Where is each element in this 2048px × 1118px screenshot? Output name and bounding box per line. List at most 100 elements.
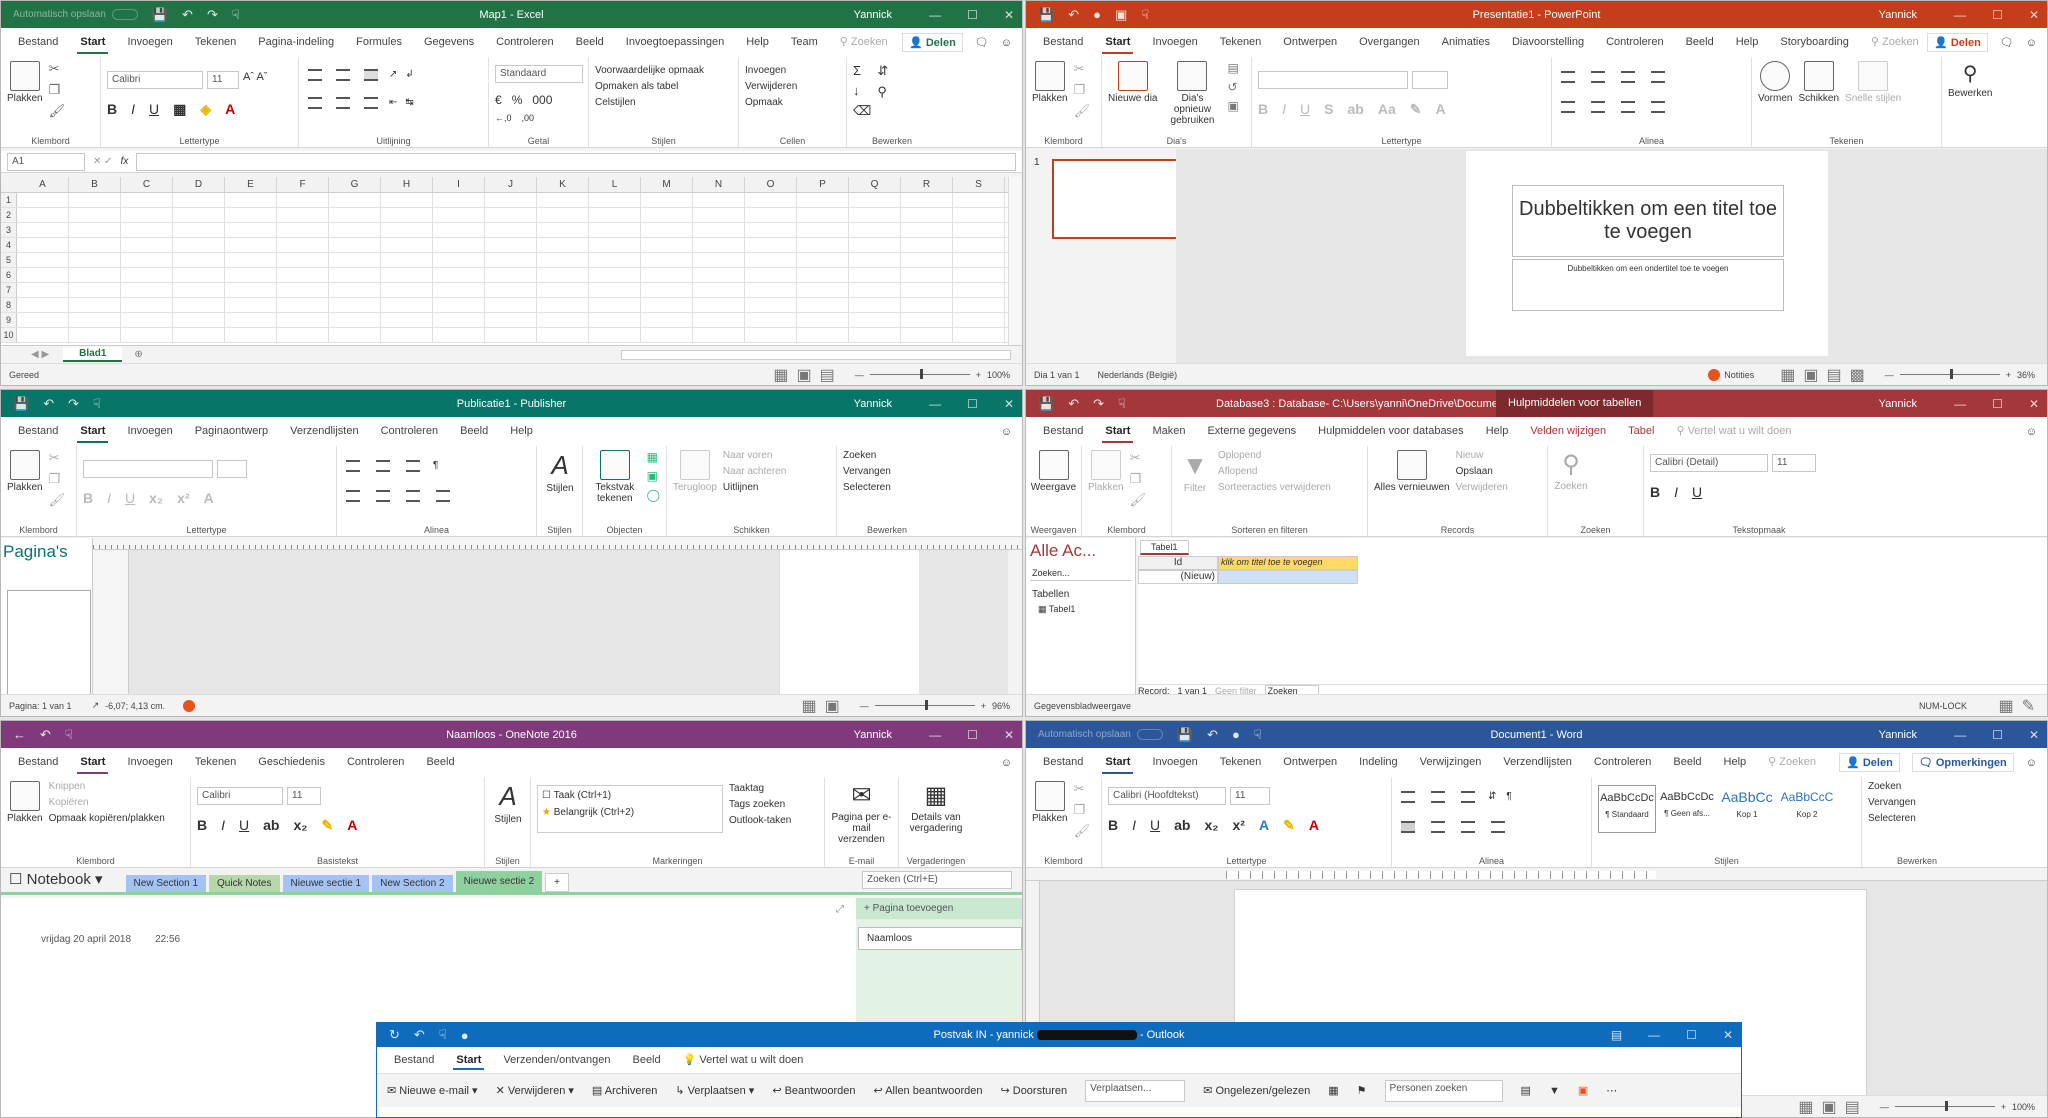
cell[interactable]	[381, 313, 433, 327]
tab-geschiedenis[interactable]: Geschiedenis	[247, 748, 336, 777]
cell[interactable]	[69, 268, 121, 282]
save-icon[interactable]: 💾	[1177, 727, 1193, 743]
cell[interactable]	[17, 313, 69, 327]
cell[interactable]	[69, 193, 121, 207]
cell[interactable]	[433, 193, 485, 207]
cell[interactable]	[329, 298, 381, 312]
picture-icon[interactable]: ▣	[647, 469, 660, 483]
font-color-icon[interactable]: A	[204, 490, 214, 506]
cell[interactable]	[537, 223, 589, 237]
bullets-icon[interactable]	[346, 460, 360, 472]
cell[interactable]	[693, 328, 745, 342]
column-header-j[interactable]: J	[485, 177, 537, 192]
strike-icon[interactable]: ab	[1174, 817, 1190, 834]
cell[interactable]	[329, 328, 381, 342]
cell[interactable]	[849, 268, 901, 282]
cell[interactable]	[537, 283, 589, 297]
cell[interactable]	[381, 223, 433, 237]
copy-icon[interactable]: ❐	[1074, 802, 1091, 818]
cell[interactable]	[901, 298, 953, 312]
cell[interactable]	[381, 268, 433, 282]
subscript-icon[interactable]: x₂	[1204, 817, 1218, 834]
tab-animaties[interactable]: Animaties	[1431, 28, 1501, 57]
touch-mode-icon[interactable]: ☟	[93, 396, 101, 412]
cell[interactable]	[121, 223, 173, 237]
notes-button[interactable]: Notities	[1708, 368, 1754, 381]
select-button[interactable]: Selecteren	[1868, 813, 1916, 824]
tab-controleren[interactable]: Controleren	[336, 748, 415, 777]
italic-icon[interactable]: I	[1132, 817, 1136, 834]
italic-icon[interactable]: I	[221, 817, 225, 834]
todo-tag-button[interactable]: Taaktag	[729, 783, 791, 794]
bold-icon[interactable]: B	[197, 817, 207, 834]
sort-icon[interactable]: ⇵	[1488, 791, 1496, 803]
undo-icon[interactable]: ↶	[40, 727, 51, 743]
meeting-details-button[interactable]: ▦ Details van vergadering	[905, 781, 967, 834]
cell[interactable]	[953, 313, 1005, 327]
column-header-a[interactable]: A	[17, 177, 69, 192]
tab-controleren[interactable]: Controleren	[370, 417, 449, 446]
tab-start[interactable]: Start	[1094, 28, 1141, 57]
find-tags-button[interactable]: Tags zoeken	[729, 799, 791, 810]
cell[interactable]	[277, 223, 329, 237]
format-painter-icon[interactable]: 🖌	[1074, 823, 1091, 839]
cell[interactable]	[745, 298, 797, 312]
section-tab-nieuwe-sectie-2[interactable]: Nieuwe sectie 2	[455, 871, 543, 892]
cell[interactable]	[693, 283, 745, 297]
cell[interactable]	[173, 253, 225, 267]
font-color-icon[interactable]: A	[1435, 101, 1445, 118]
row-header[interactable]: 3	[1, 223, 17, 237]
bold-icon[interactable]: B	[107, 101, 117, 118]
column-header-f[interactable]: F	[277, 177, 329, 192]
bold-icon[interactable]: B	[83, 490, 93, 506]
underline-icon[interactable]: U	[1692, 484, 1702, 500]
horizontal-scrollbar[interactable]	[621, 349, 1011, 360]
tab-diavoorstelling[interactable]: Diavoorstelling	[1501, 28, 1595, 57]
clear-icon[interactable]: ⌫	[853, 103, 871, 119]
smiley-icon[interactable]: ☺	[1001, 757, 1012, 769]
cell[interactable]	[537, 298, 589, 312]
cell[interactable]	[121, 193, 173, 207]
close-icon[interactable]: ✕	[2029, 8, 2039, 22]
cell[interactable]	[901, 193, 953, 207]
nav-search[interactable]: Zoeken...	[1030, 566, 1131, 581]
print-layout-icon[interactable]: ▣	[1821, 1097, 1836, 1117]
cell[interactable]	[225, 313, 277, 327]
wrap-text-button[interactable]: Terugloop	[673, 450, 717, 493]
cell[interactable]	[173, 328, 225, 342]
cell[interactable]	[953, 298, 1005, 312]
zoom-slider[interactable]	[1894, 1101, 1995, 1111]
subtitle-placeholder[interactable]: Dubbeltikken om een ondertitel toe te vo…	[1512, 259, 1784, 311]
cell[interactable]	[901, 208, 953, 222]
tab-beeld[interactable]: Beeld	[565, 28, 615, 57]
layout-icon[interactable]: ▤	[1227, 61, 1238, 75]
cell[interactable]	[277, 328, 329, 342]
cell[interactable]	[485, 283, 537, 297]
user-name[interactable]: Yannick	[854, 729, 892, 741]
copy-icon[interactable]: ❐	[49, 471, 66, 487]
tab-beeld[interactable]: Beeld	[621, 1047, 671, 1073]
cell[interactable]	[225, 223, 277, 237]
title-placeholder[interactable]: Dubbeltikken om een titel toe te voegen	[1512, 185, 1784, 257]
cut-button[interactable]: Knippen	[49, 781, 165, 792]
cell[interactable]	[277, 193, 329, 207]
cell[interactable]	[693, 223, 745, 237]
smiley-icon[interactable]: ☺	[2026, 37, 2037, 49]
font-color-icon[interactable]: A	[1309, 817, 1319, 834]
sort-descending-button[interactable]: Aflopend	[1218, 466, 1331, 477]
cell[interactable]	[901, 223, 953, 237]
status-language[interactable]: Nederlands (België)	[1098, 370, 1178, 380]
save-icon[interactable]: 💾	[1038, 7, 1054, 23]
row-header[interactable]: 9	[1, 313, 17, 327]
tab-velden-wijzigen[interactable]: Velden wijzigen	[1519, 417, 1617, 446]
nav-section-tabellen[interactable]: Tabellen	[1026, 583, 1135, 602]
zoom-level[interactable]: 100%	[987, 370, 1010, 380]
maximize-icon[interactable]: ☐	[967, 728, 978, 742]
font-name-box[interactable]	[83, 460, 213, 478]
single-page-icon[interactable]: ▦	[801, 696, 816, 716]
tab-help[interactable]: Help	[499, 417, 544, 446]
subscript-icon[interactable]: x₂	[293, 817, 307, 834]
tab-tekenen[interactable]: Tekenen	[1209, 748, 1273, 777]
style-standaard[interactable]: AaBbCcDc ¶ Standaard	[1598, 785, 1656, 833]
tab-ontwerpen[interactable]: Ontwerpen	[1272, 748, 1348, 777]
